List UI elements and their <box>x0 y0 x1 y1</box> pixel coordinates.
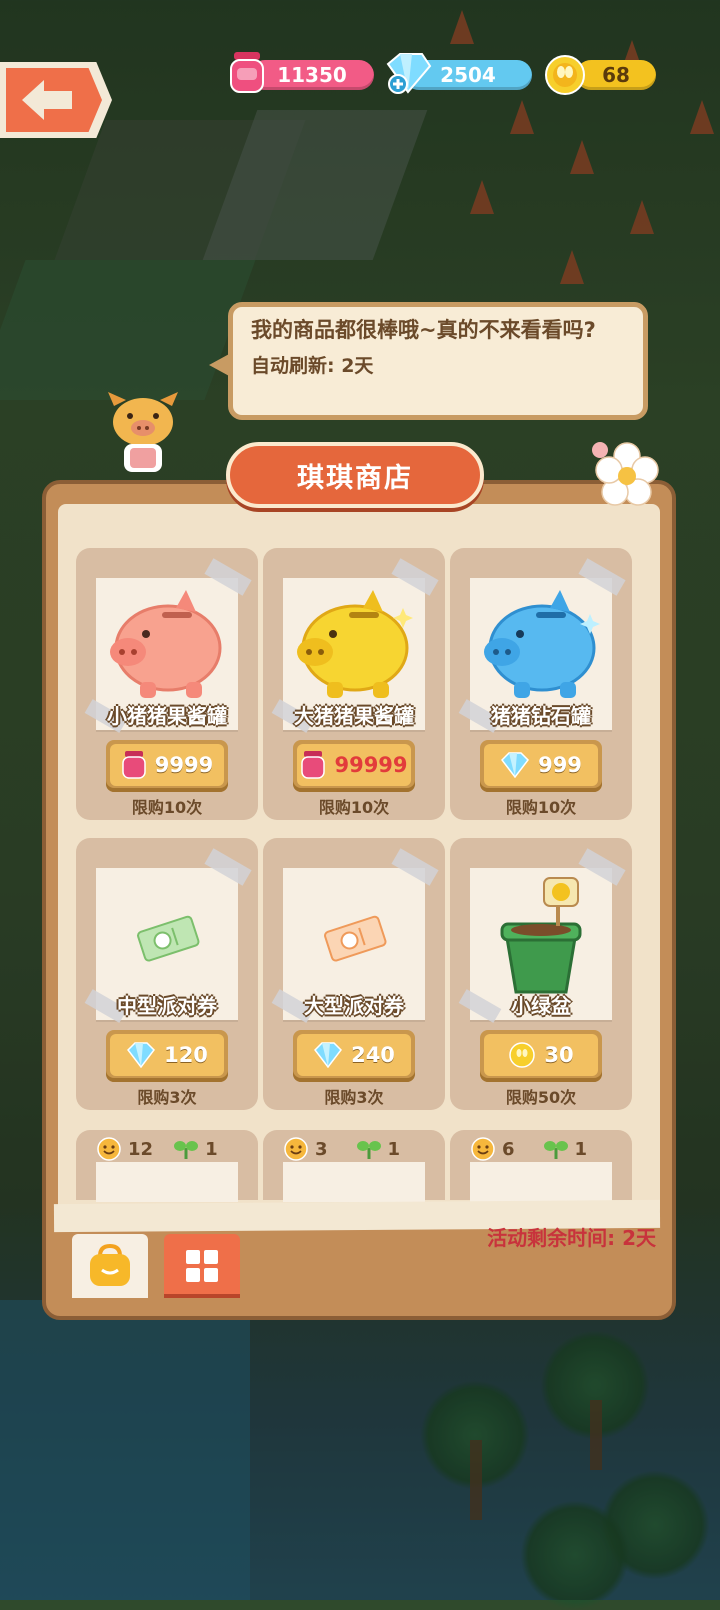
sprout-icon <box>356 1141 381 1159</box>
item-name: 大猪猪果酱罐 <box>294 704 414 728</box>
item-name: 小绿盆 <box>511 994 571 1018</box>
sprout-reward: 1 <box>574 1138 588 1160</box>
shop-item-card[interactable]: 小绿盆 30 限购50次 <box>450 838 632 1110</box>
buy-button[interactable]: 240 <box>293 1030 415 1082</box>
purchase-limit: 限购3次 <box>324 1088 384 1107</box>
smile-reward: 12 <box>128 1138 154 1160</box>
shop-item-card[interactable]: 小猪猪果酱罐 9999 限购10次 <box>76 548 258 820</box>
tab-catalog[interactable] <box>164 1234 240 1298</box>
orange-ticket-icon <box>324 915 387 962</box>
item-price: 30 <box>544 1043 574 1067</box>
item-price: 999 <box>538 753 582 777</box>
item-name: 中型派对券 <box>117 994 217 1018</box>
diamond-icon <box>501 752 530 778</box>
grid-icon <box>186 1250 218 1282</box>
purchase-limit: 限购10次 <box>318 798 390 817</box>
shopping-bag-icon <box>90 1243 130 1286</box>
purchase-limit: 限购3次 <box>137 1088 197 1107</box>
gold-piggy-bank-icon <box>297 590 413 698</box>
item-name: 大型派对券 <box>304 994 404 1018</box>
smile-reward: 3 <box>315 1138 328 1160</box>
shop-item-card-partial[interactable]: 3 1 <box>263 1130 445 1202</box>
sprout-reward: 1 <box>205 1138 218 1160</box>
sprout-reward: 1 <box>387 1138 401 1160</box>
smiley-icon <box>97 1137 121 1161</box>
pig-shopkeeper-avatar <box>108 392 178 472</box>
tab-shop[interactable] <box>72 1234 148 1298</box>
shop-item-card[interactable]: 猪猪钻石罐 999 限购10次 <box>450 548 632 820</box>
shop-item-card[interactable]: 中型派对券 120 限购3次 <box>76 838 258 1110</box>
item-name: 猪猪钻石罐 <box>491 704 591 728</box>
shop-item-card-partial[interactable]: 12 1 <box>76 1130 258 1202</box>
item-price: 9999 <box>154 753 214 777</box>
item-price: 99999 <box>334 753 408 777</box>
green-pot-icon <box>500 877 582 994</box>
smiley-icon <box>471 1137 495 1161</box>
shop-title-banner: 琪琪商店 <box>226 442 484 508</box>
event-remaining-time: 活动剩余时间: 2天 <box>487 1226 656 1250</box>
coin-counter: 68 <box>576 60 656 90</box>
jam-count: 11350 <box>277 63 347 87</box>
buy-button[interactable]: 999 <box>480 740 602 792</box>
buy-button[interactable]: 99999 <box>293 740 415 792</box>
shopkeeper-speech-bubble: 我的商品都很棒哦~真的不来看看吗? 自动刷新: 2天 <box>209 302 648 420</box>
jam-jar-icon <box>301 751 326 779</box>
buy-button[interactable]: 120 <box>106 1030 228 1082</box>
green-ticket-icon <box>137 915 200 962</box>
diamond-plus-icon[interactable] <box>382 52 432 96</box>
diamond-count: 2504 <box>440 63 496 87</box>
jam-jar-icon <box>230 52 264 93</box>
smiley-icon <box>284 1137 308 1161</box>
item-price: 120 <box>164 1043 208 1067</box>
shop-item-card-partial[interactable]: 6 1 <box>450 1130 632 1202</box>
diamond-icon <box>127 1042 156 1068</box>
shopkeeper-message: 我的商品都很棒哦~真的不来看看吗? <box>251 318 596 342</box>
buy-button[interactable]: 9999 <box>106 740 228 792</box>
purchase-limit: 限购50次 <box>505 1088 577 1107</box>
pink-piggy-bank-icon <box>110 590 222 698</box>
buy-button[interactable]: 30 <box>480 1030 602 1082</box>
coin-icon <box>509 1042 536 1068</box>
back-button[interactable] <box>0 62 112 138</box>
shop-item-card[interactable]: 大型派对券 240 限购3次 <box>263 838 445 1110</box>
auto-refresh-label: 自动刷新: 2天 <box>251 355 374 377</box>
purchase-limit: 限购10次 <box>131 798 203 817</box>
flower-decoration-icon <box>592 442 659 506</box>
sprout-icon <box>174 1141 199 1159</box>
coin-icon <box>545 55 585 95</box>
jam-counter: 11350 <box>250 60 374 90</box>
diamond-icon <box>314 1042 343 1068</box>
shop-item-card[interactable]: 大猪猪果酱罐 99999 限购10次 <box>263 548 445 820</box>
jam-jar-icon <box>122 751 146 779</box>
blue-piggy-bank-icon <box>484 590 600 698</box>
sprout-icon <box>543 1141 568 1159</box>
back-arrow-icon <box>22 80 72 120</box>
purchase-limit: 限购10次 <box>505 798 577 817</box>
item-name: 小猪猪果酱罐 <box>107 704 227 728</box>
item-price: 240 <box>351 1043 395 1067</box>
smile-reward: 6 <box>502 1138 515 1160</box>
shop-title: 琪琪商店 <box>297 462 413 494</box>
coin-count: 68 <box>602 63 630 87</box>
